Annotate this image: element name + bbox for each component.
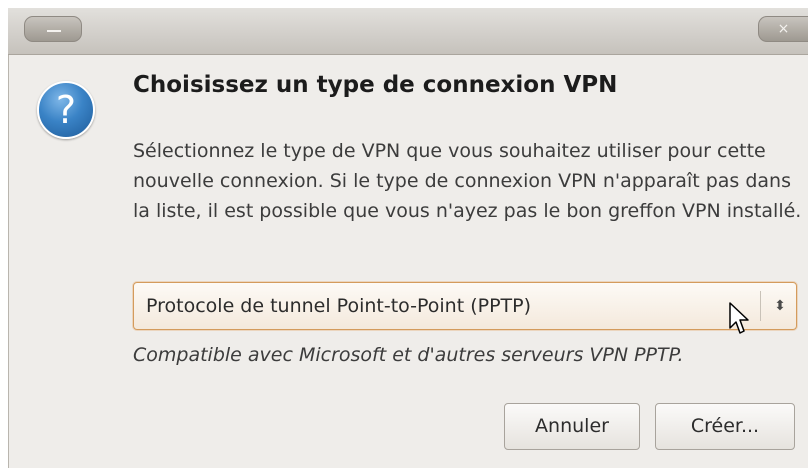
close-icon: ×	[777, 21, 790, 37]
title-bar[interactable]: ×	[8, 8, 808, 55]
screen: × ? Choisissez un type de connexion VPN …	[0, 0, 808, 468]
create-button[interactable]: Créer...	[655, 403, 795, 450]
minimize-dash-icon	[47, 30, 61, 32]
close-window-button[interactable]: ×	[758, 16, 808, 42]
dialog-title: Choisissez un type de connexion VPN	[133, 72, 618, 98]
vpn-type-combobox[interactable]: Protocole de tunnel Point-to-Point (PPTP…	[133, 282, 797, 330]
vpn-type-selected-value: Protocole de tunnel Point-to-Point (PPTP…	[146, 295, 532, 317]
question-icon: ?	[37, 81, 95, 139]
window-menu-button[interactable]	[24, 16, 82, 42]
updown-arrows-icon[interactable]: ⬍	[764, 283, 796, 329]
cancel-button[interactable]: Annuler	[504, 403, 640, 450]
combo-separator	[760, 291, 761, 321]
mouse-pointer-icon	[729, 302, 749, 334]
dialog-description: Sélectionnez le type de VPN que vous sou…	[133, 140, 802, 222]
vpn-type-hint: Compatible avec Microsoft et d'autres se…	[133, 344, 684, 366]
